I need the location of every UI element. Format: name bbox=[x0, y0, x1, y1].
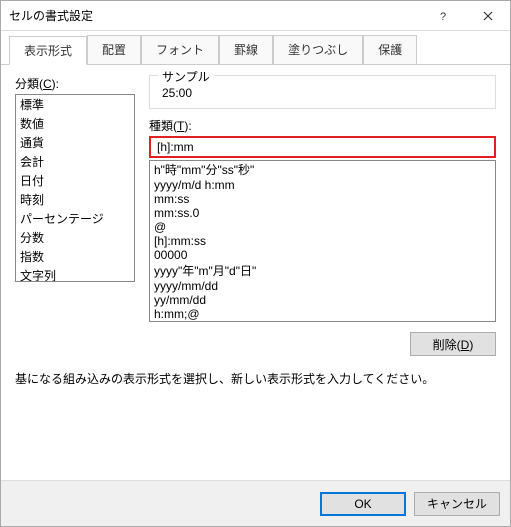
tab-label: 保護 bbox=[378, 43, 402, 57]
dialog-footer: OK キャンセル bbox=[1, 480, 510, 526]
close-button[interactable] bbox=[465, 1, 510, 30]
titlebar-buttons: ? bbox=[420, 1, 510, 30]
list-item[interactable]: [h]:mm:ss bbox=[150, 234, 495, 248]
tab-border[interactable]: 罫線 bbox=[219, 35, 273, 64]
list-item[interactable]: mm:ss.0 bbox=[150, 206, 495, 220]
list-item[interactable]: 分数 bbox=[16, 228, 134, 247]
tab-protection[interactable]: 保護 bbox=[363, 35, 417, 64]
tab-alignment[interactable]: 配置 bbox=[87, 35, 141, 64]
list-item[interactable]: yyyy/mm/dd bbox=[150, 279, 495, 293]
category-listbox[interactable]: 標準 数値 通貨 会計 日付 時刻 パーセンテージ 分数 指数 文字列 その他 … bbox=[15, 94, 135, 282]
tab-label: 表示形式 bbox=[24, 44, 72, 58]
list-item[interactable]: 日付 bbox=[16, 171, 134, 190]
tab-label: フォント bbox=[156, 43, 204, 57]
list-item[interactable]: 00000 bbox=[150, 248, 495, 262]
tab-strip: 表示形式 配置 フォント 罫線 塗りつぶし 保護 bbox=[1, 31, 510, 65]
list-item[interactable]: 通貨 bbox=[16, 133, 134, 152]
list-item[interactable]: yyyy"年"m"月"d"日" bbox=[150, 262, 495, 279]
tab-label: 塗りつぶし bbox=[288, 43, 348, 57]
tab-label: 配置 bbox=[102, 43, 126, 57]
detail-column: サンプル 25:00 種類(T): h"時"mm"分"ss"秒" yyyy/m/… bbox=[149, 75, 496, 356]
list-item[interactable]: 標準 bbox=[16, 95, 134, 114]
window-title: セルの書式設定 bbox=[9, 7, 420, 24]
help-button[interactable]: ? bbox=[420, 1, 465, 30]
tab-font[interactable]: フォント bbox=[141, 35, 219, 64]
list-item[interactable]: 文字列 bbox=[16, 266, 134, 282]
ok-button[interactable]: OK bbox=[320, 492, 406, 516]
dialog-window: セルの書式設定 ? 表示形式 配置 フォント 罫線 塗りつぶし 保護 分類(C)… bbox=[0, 0, 511, 527]
type-input[interactable] bbox=[149, 136, 496, 158]
type-label: 種類(T): bbox=[149, 117, 496, 134]
titlebar: セルの書式設定 ? bbox=[1, 1, 510, 31]
list-item[interactable]: 数値 bbox=[16, 114, 134, 133]
list-item[interactable]: mm:ss bbox=[150, 192, 495, 206]
svg-text:?: ? bbox=[440, 11, 446, 21]
dialog-body: 分類(C): 標準 数値 通貨 会計 日付 時刻 パーセンテージ 分数 指数 文… bbox=[1, 65, 510, 480]
list-item[interactable]: 指数 bbox=[16, 247, 134, 266]
list-item[interactable]: パーセンテージ bbox=[16, 209, 134, 228]
list-item[interactable]: @ bbox=[150, 220, 495, 234]
sample-label: サンプル bbox=[158, 68, 214, 85]
format-listbox[interactable]: h"時"mm"分"ss"秒" yyyy/m/d h:mm mm:ss mm:ss… bbox=[149, 160, 496, 322]
list-item[interactable]: 会計 bbox=[16, 152, 134, 171]
delete-row: 削除(D) bbox=[149, 332, 496, 356]
list-item[interactable]: 時刻 bbox=[16, 190, 134, 209]
hint-text: 基になる組み込みの表示形式を選択し、新しい表示形式を入力してください。 bbox=[15, 370, 496, 387]
category-label: 分類(C): bbox=[15, 75, 135, 92]
list-item[interactable]: h"時"mm"分"ss"秒" bbox=[150, 161, 495, 178]
category-column: 分類(C): 標準 数値 通貨 会計 日付 時刻 パーセンテージ 分数 指数 文… bbox=[15, 75, 135, 356]
list-item[interactable]: yyyy/m/d h:mm bbox=[150, 178, 495, 192]
tab-label: 罫線 bbox=[234, 43, 258, 57]
list-item[interactable]: yy/mm/dd bbox=[150, 293, 495, 307]
delete-button[interactable]: 削除(D) bbox=[410, 332, 496, 356]
tab-number-format[interactable]: 表示形式 bbox=[9, 36, 87, 65]
list-item[interactable]: h:mm;@ bbox=[150, 307, 495, 321]
tab-fill[interactable]: 塗りつぶし bbox=[273, 35, 363, 64]
upper-section: 分類(C): 標準 数値 通貨 会計 日付 時刻 パーセンテージ 分数 指数 文… bbox=[15, 75, 496, 356]
sample-groupbox: サンプル 25:00 bbox=[149, 75, 496, 109]
cancel-button[interactable]: キャンセル bbox=[414, 492, 500, 516]
